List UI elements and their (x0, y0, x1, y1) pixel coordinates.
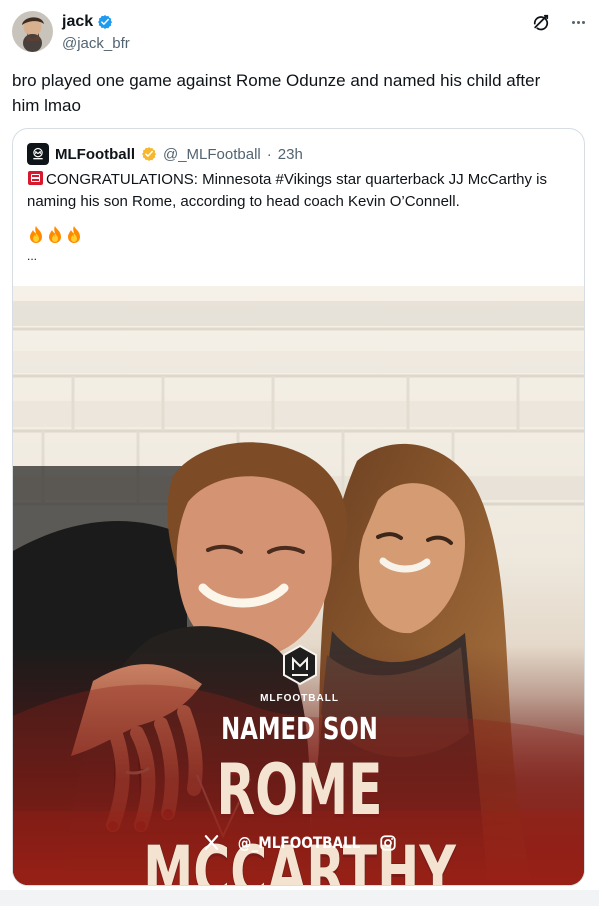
author-display-name[interactable]: jack (62, 14, 93, 30)
image-brand-label: MLFOOTBALL (260, 693, 339, 704)
meta-separator: · (266, 145, 272, 163)
quoted-tweet-body: CONGRATULATIONS: Minnesota #Vikings star… (27, 169, 567, 263)
tweet-actions (531, 12, 585, 32)
image-headline: ROME MCCARTHY (143, 749, 456, 886)
fire-emoji-icon (65, 225, 83, 245)
name-row: jack (62, 13, 130, 31)
image-social-row: @_MLFOOTBALL (13, 833, 584, 852)
quoted-author-avatar[interactable] (27, 143, 49, 165)
tweet-text: bro played one game against Rome Odunze … (12, 71, 546, 115)
police-light-icon (27, 170, 44, 186)
quoted-author-display-name[interactable]: MLFootball (55, 147, 135, 162)
author-handle[interactable]: @jack_bfr (62, 36, 130, 51)
gold-verified-badge-icon (141, 146, 157, 162)
quoted-author-handle[interactable]: @_MLFootball (163, 147, 261, 162)
quoted-tweet-card[interactable]: MLFootball @_MLFootball · 23h CONGRATULA… (12, 128, 585, 886)
quoted-tweet-text: CONGRATULATIONS: Minnesota #Vikings star… (27, 171, 547, 210)
avatar[interactable] (12, 11, 53, 52)
grok-icon[interactable] (531, 12, 551, 32)
tweet-card: jack @jack_bfr bro played one game again… (0, 0, 599, 890)
author-block: jack @jack_bfr (62, 13, 130, 52)
image-subheadline: NAMED SON (221, 712, 378, 747)
instagram-icon (379, 834, 397, 852)
fire-emoji-icon (46, 225, 64, 245)
x-logo-icon (202, 834, 220, 852)
fire-emoji-icon (27, 225, 45, 245)
post-time[interactable]: 23h (278, 147, 303, 162)
quoted-tweet-text-row: CONGRATULATIONS: Minnesota #Vikings star… (27, 169, 567, 213)
truncated-text-indicator: ... (27, 249, 38, 263)
image-social-handle: @_MLFOOTBALL (238, 833, 361, 852)
more-icon[interactable] (563, 12, 585, 32)
verified-badge-icon (97, 14, 113, 30)
quoted-tweet-header: MLFootball @_MLFootball · 23h (27, 143, 303, 165)
quoted-image[interactable]: MLFOOTBALL NAMED SON ROME MCCARTHY @_MLF… (13, 286, 584, 886)
fire-emoji-row (27, 225, 567, 245)
